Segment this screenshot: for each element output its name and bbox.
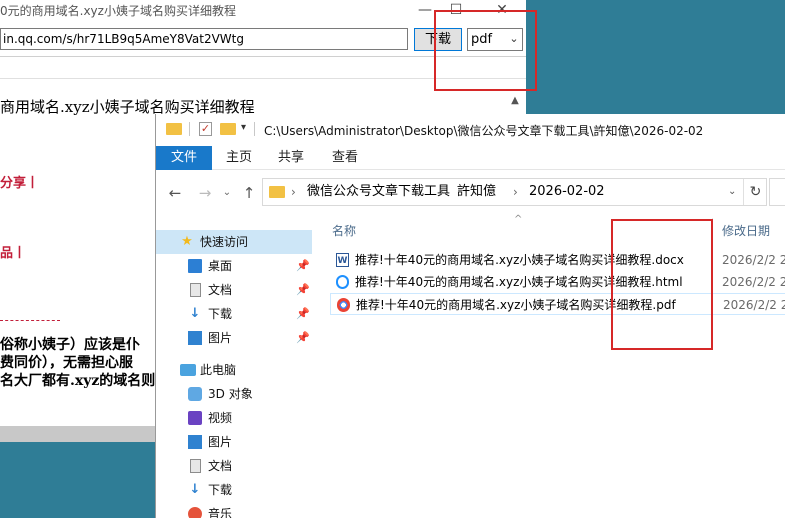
pin-icon[interactable]: 📌 (296, 326, 310, 350)
file-row-docx[interactable]: W 推荐!十年40元的商用域名.xyz小姨子域名购买详细教程.docx 2026… (330, 249, 785, 271)
file-date: 2026/2/2 2 (723, 298, 785, 312)
tab-home[interactable]: 主页 (226, 146, 252, 170)
document-icon (190, 459, 201, 473)
navigation-pane: ★ 快速访问 桌面 📌 文档 📌 ↓ 下载 📌 图片 📌 此电脑 3D 对象 视… (156, 214, 316, 518)
chevron-right-icon[interactable]: › (291, 179, 296, 205)
tab-share[interactable]: 共享 (278, 146, 304, 170)
chevron-down-icon[interactable]: ⌄ (728, 179, 736, 205)
desktop-background (0, 442, 155, 518)
sidebar-item-label: 文档 (208, 283, 233, 297)
desktop-icon (188, 259, 202, 273)
navigation-bar: ← → ⌄ ↑ › 微信公众号文章下载工具 › 許知億 › 2026-02-02… (156, 172, 785, 212)
download-icon: ↓ (189, 482, 201, 497)
column-header-date-modified[interactable]: 修改日期 (722, 222, 770, 239)
sidebar-item-label: 视频 (208, 411, 233, 425)
pin-icon[interactable]: 📌 (296, 302, 310, 326)
pin-icon[interactable]: 📌 (296, 278, 310, 302)
dashed-divider (0, 320, 60, 321)
star-icon: ★ (181, 234, 193, 249)
sidebar-item-music[interactable]: 音乐 (156, 502, 316, 518)
explorer-titlebar: ✓ ▾ C:\Users\Administrator\Desktop\微信公众号… (156, 114, 785, 144)
folder-icon (269, 186, 285, 198)
recent-locations-icon[interactable]: ⌄ (218, 184, 236, 202)
annotation-highlight-box (611, 219, 713, 350)
back-arrow-icon[interactable]: ← (166, 184, 184, 202)
sidebar-item-label: 图片 (208, 331, 233, 345)
tab-file[interactable]: 文件 (156, 146, 212, 170)
toolbar-divider (189, 122, 190, 136)
sidebar-item-label: 桌面 (208, 259, 233, 273)
sidebar-item-downloads-pc[interactable]: ↓ 下载 (156, 478, 316, 502)
picture-icon (188, 331, 202, 345)
sidebar-item-label: 快速访问 (200, 235, 249, 249)
music-icon (188, 507, 202, 518)
ribbon-tabs: 文件 主页 共享 查看 (156, 144, 785, 170)
section-label-product: 品丨 (0, 246, 27, 261)
download-icon: ↓ (189, 306, 201, 321)
new-folder-icon[interactable] (220, 123, 236, 135)
sidebar-item-documents[interactable]: 文档 📌 (156, 278, 316, 302)
breadcrumb-item[interactable]: 2026-02-02 (529, 179, 605, 205)
chevron-right-icon[interactable]: › (439, 179, 444, 205)
refresh-icon[interactable]: ↻ (743, 179, 766, 205)
article-text-line: 费同价），无需担心服 (0, 355, 133, 371)
article-text-line: 俗称小姨子）应该是仆 (0, 337, 140, 353)
toolbar-divider (254, 122, 255, 136)
file-date: 2026/2/2 2 (722, 253, 785, 267)
breadcrumb-item[interactable]: 許知億 (457, 179, 496, 205)
file-row-html[interactable]: 推荐!十年40元的商用域名.xyz小姨子域名购买详细教程.html 2026/2… (330, 271, 785, 293)
chevron-down-icon[interactable]: ▾ (241, 122, 246, 133)
folder-icon (166, 123, 182, 135)
chrome-pdf-icon (337, 298, 350, 312)
video-icon (188, 411, 202, 425)
word-document-icon: W (336, 253, 349, 267)
properties-icon[interactable]: ✓ (199, 122, 212, 136)
url-input[interactable]: in.qq.com/s/hr71LB9q5AmeY8Vat2VWtg (0, 28, 408, 50)
sidebar-item-documents-pc[interactable]: 文档 (156, 454, 316, 478)
window-title-path: C:\Users\Administrator\Desktop\微信公众号文章下载… (264, 124, 704, 138)
sidebar-item-label: 下载 (208, 483, 233, 497)
sidebar-item-this-pc[interactable]: 此电脑 (156, 358, 316, 382)
sort-ascending-icon: ^ (514, 214, 523, 225)
sidebar-item-label: 3D 对象 (208, 387, 253, 401)
breadcrumb-item[interactable]: 微信公众号文章下载工具 (307, 179, 450, 205)
computer-icon (180, 364, 196, 376)
file-list: ^ 名称 修改日期 W 推荐!十年40元的商用域名.xyz小姨子域名购买详细教程… (328, 214, 785, 518)
sidebar-item-pictures[interactable]: 图片 📌 (156, 326, 316, 350)
sidebar-item-quick-access[interactable]: ★ 快速访问 (156, 230, 312, 254)
up-arrow-icon[interactable]: ↑ (240, 184, 258, 202)
annotation-highlight-box (434, 10, 537, 91)
file-date: 2026/2/2 2 (722, 275, 785, 289)
article-text-line: 名大厂都有.xyz的域名则 (0, 373, 156, 389)
picture-icon (188, 435, 202, 449)
pin-icon[interactable]: 📌 (296, 254, 310, 278)
file-row-pdf[interactable]: 推荐!十年40元的商用域名.xyz小姨子域名购买详细教程.pdf 2026/2/… (330, 293, 785, 315)
sidebar-item-3d-objects[interactable]: 3D 对象 (156, 382, 316, 406)
sidebar-item-label: 音乐 (208, 507, 233, 518)
sidebar-item-downloads[interactable]: ↓ 下载 📌 (156, 302, 316, 326)
section-label-share: 分享丨 (0, 176, 40, 191)
sidebar-item-label: 此电脑 (200, 363, 237, 377)
sidebar-item-pictures-pc[interactable]: 图片 (156, 430, 316, 454)
column-header-name[interactable]: 名称 (332, 222, 356, 239)
address-bar[interactable]: › 微信公众号文章下载工具 › 許知億 › 2026-02-02 ⌄ ↻ (262, 178, 767, 206)
horizontal-scrollbar[interactable] (0, 426, 155, 442)
sidebar-item-label: 下载 (208, 307, 233, 321)
document-icon (190, 283, 201, 297)
chevron-right-icon[interactable]: › (513, 179, 518, 205)
forward-arrow-icon[interactable]: → (196, 184, 214, 202)
sidebar-item-label: 文档 (208, 459, 233, 473)
cube-icon (188, 387, 202, 401)
sidebar-item-label: 图片 (208, 435, 233, 449)
tab-view[interactable]: 查看 (332, 146, 358, 170)
sidebar-item-desktop[interactable]: 桌面 📌 (156, 254, 316, 278)
scroll-up-icon[interactable]: ▲ (508, 94, 522, 108)
search-input[interactable] (769, 178, 785, 206)
background-window-title: 0元的商用域名.xyz小姨子域名购买详细教程 (0, 4, 236, 18)
sidebar-item-videos[interactable]: 视频 (156, 406, 316, 430)
edge-html-icon (336, 275, 349, 289)
